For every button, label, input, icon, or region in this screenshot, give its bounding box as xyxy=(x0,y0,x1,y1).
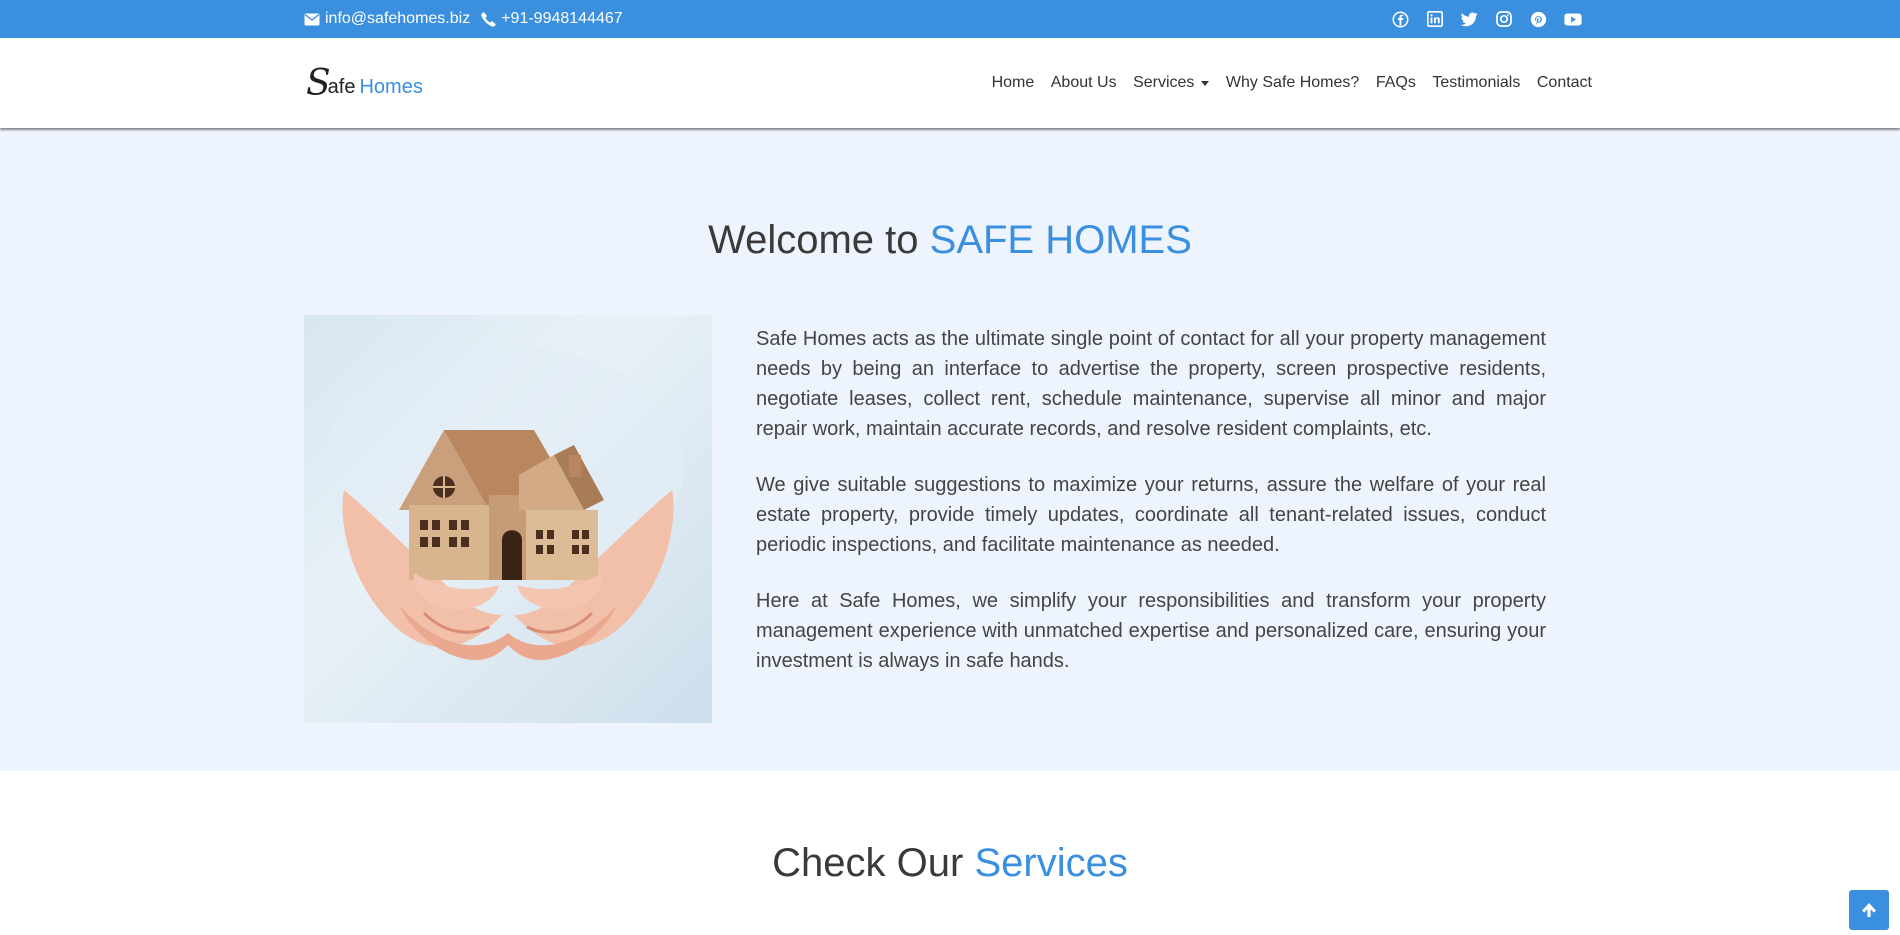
house-in-hands-image xyxy=(304,315,712,723)
email-text: info@safehomes.biz xyxy=(325,10,471,27)
envelope-icon xyxy=(304,13,320,25)
linkedin-icon[interactable] xyxy=(1426,10,1444,28)
phone-text: +91-9948144467 xyxy=(501,10,623,27)
nav-contact[interactable]: Contact xyxy=(1537,74,1592,92)
services-title-prefix: Check Our xyxy=(772,841,975,885)
social-links xyxy=(1391,0,1598,38)
twitter-icon[interactable] xyxy=(1460,10,1478,28)
welcome-title: Welcome to SAFE HOMES xyxy=(0,218,1900,263)
nav-services-dropdown[interactable]: Services xyxy=(1133,74,1210,92)
arrow-up-icon xyxy=(1862,903,1876,917)
phone-icon xyxy=(481,11,496,27)
youtube-icon[interactable] xyxy=(1563,10,1582,28)
pinterest-icon[interactable] xyxy=(1529,10,1547,28)
welcome-title-accent: SAFE HOMES xyxy=(929,218,1192,262)
welcome-title-prefix: Welcome to xyxy=(708,218,930,262)
welcome-paragraph: Safe Homes acts as the ultimate single p… xyxy=(756,328,1546,440)
welcome-text: Safe Homes acts as the ultimate single p… xyxy=(756,324,1546,702)
nav-why-safe-homes[interactable]: Why Safe Homes? xyxy=(1226,74,1359,92)
back-to-top-button[interactable] xyxy=(1849,890,1889,930)
contact-info: info@safehomes.biz +91-9948144467 xyxy=(304,0,634,38)
services-title-accent: Services xyxy=(974,841,1128,885)
nav-about-us[interactable]: About Us xyxy=(1051,74,1117,92)
welcome-section: Welcome to SAFE HOMES Safe Homes acts as… xyxy=(0,128,1900,771)
top-bar: info@safehomes.biz +91-9948144467 xyxy=(0,0,1900,38)
logo-homes: Homes xyxy=(359,76,423,98)
welcome-paragraph: We give suitable suggestions to maximize… xyxy=(756,474,1546,556)
caret-down-icon xyxy=(1201,80,1210,86)
email-link[interactable]: info@safehomes.biz xyxy=(304,10,470,28)
site-header: S afe Homes Home About Us Services Why S… xyxy=(0,38,1900,128)
nav-services-label: Services xyxy=(1133,74,1195,91)
nav-faqs[interactable]: FAQs xyxy=(1376,74,1416,92)
instagram-icon[interactable] xyxy=(1495,10,1513,28)
nav-testimonials[interactable]: Testimonials xyxy=(1432,74,1520,92)
nav-home[interactable]: Home xyxy=(992,74,1035,92)
facebook-icon[interactable] xyxy=(1391,10,1409,28)
services-section: Check Our Services xyxy=(0,771,1900,935)
welcome-paragraph: Here at Safe Homes, we simplify your res… xyxy=(756,590,1546,672)
services-title: Check Our Services xyxy=(0,841,1900,886)
safe-homes-logo[interactable]: S afe Homes xyxy=(306,62,423,102)
phone-link[interactable]: +91-9948144467 xyxy=(481,10,623,28)
main-nav: Home About Us Services Why Safe Homes? F… xyxy=(975,38,1592,128)
logo-afe: afe xyxy=(327,76,356,98)
